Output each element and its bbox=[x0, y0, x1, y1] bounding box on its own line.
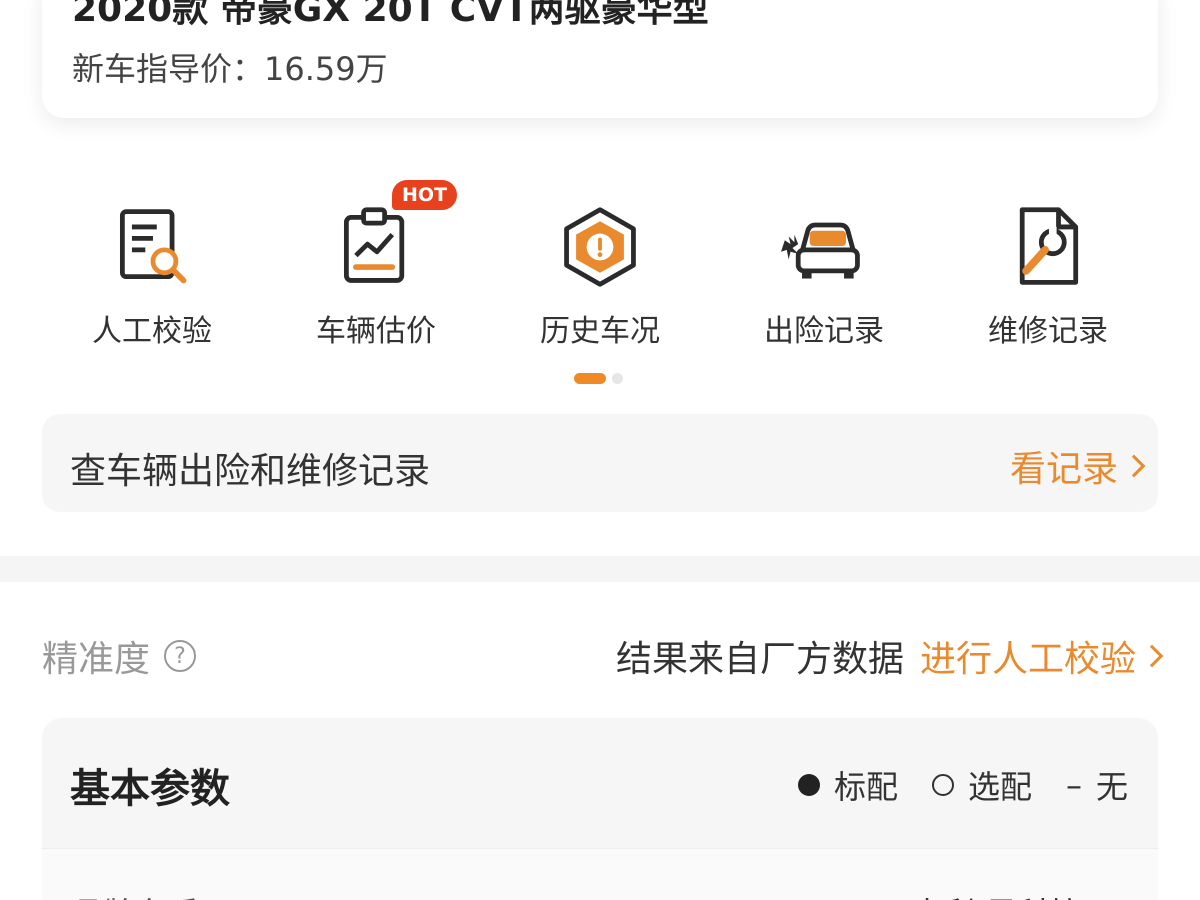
accuracy-label-text: 精准度 bbox=[42, 639, 151, 680]
car-crash-icon bbox=[781, 222, 860, 279]
service-label: 车辆估价 bbox=[316, 314, 436, 349]
view-records-label: 看记录 bbox=[1009, 449, 1118, 490]
service-valuation[interactable]: HOT 车辆估价 bbox=[264, 180, 488, 350]
dash-icon: – bbox=[1065, 766, 1082, 804]
record-check-bar[interactable]: 查车辆出险和维修记录 看记录 bbox=[42, 414, 1158, 512]
params-legend: 标配 选配 – 无 bbox=[764, 762, 1128, 808]
service-label: 出险记录 bbox=[764, 314, 884, 349]
params-title: 基本参数 bbox=[70, 766, 230, 812]
carousel-indicator bbox=[574, 373, 623, 384]
vehicle-detail-page: 2020款 帝豪GX 20T CVT两驱豪华型 新车指导价：16.59万 人工校… bbox=[0, 0, 1200, 900]
legend-none-label: 无 bbox=[1095, 768, 1128, 806]
legend-optional: 选配 bbox=[931, 762, 1032, 808]
service-insurance-records[interactable]: 出险记录 bbox=[712, 190, 936, 350]
clipboard-chart-icon bbox=[343, 207, 405, 283]
car-title: 2020款 帝豪GX 20T CVT两驱豪华型 bbox=[72, 0, 709, 30]
wrench-document-icon bbox=[1019, 207, 1079, 285]
legend-none: – 无 bbox=[1066, 762, 1128, 808]
section-divider bbox=[0, 556, 1200, 582]
service-icon-row: 人工校验 HOT 车辆估价 历史车况 出险记录 维修记录 bbox=[40, 180, 1160, 350]
car-info-card: 2020款 帝豪GX 20T CVT两驱豪华型 新车指导价：16.59万 bbox=[42, 0, 1158, 118]
accuracy-label: 精准度 ? bbox=[42, 630, 197, 682]
legend-standard: 标配 bbox=[797, 762, 898, 808]
service-history[interactable]: 历史车况 bbox=[488, 190, 712, 350]
param-row: 品牌车系 吉利 星科拉GX bbox=[42, 848, 1158, 900]
chevron-right-icon bbox=[1122, 454, 1146, 478]
accuracy-source: 结果来自厂方数据 bbox=[615, 639, 904, 680]
document-search-icon bbox=[119, 209, 187, 284]
filled-dot-icon bbox=[797, 774, 820, 796]
legend-standard-label: 标配 bbox=[833, 768, 898, 806]
record-check-text: 查车辆出险和维修记录 bbox=[70, 451, 431, 492]
service-label: 历史车况 bbox=[540, 314, 660, 349]
param-key: 品牌车系 bbox=[72, 889, 200, 900]
param-value: 吉利 星科拉GX bbox=[911, 889, 1128, 900]
carousel-dot bbox=[612, 373, 623, 384]
view-records-link[interactable]: 看记录 bbox=[1009, 440, 1146, 492]
manual-check-link-label: 进行人工校验 bbox=[919, 639, 1136, 680]
service-label: 维修记录 bbox=[988, 314, 1108, 349]
warning-hexagon-icon bbox=[564, 207, 636, 287]
manual-check-link[interactable]: 进行人工校验 bbox=[919, 630, 1164, 682]
hot-badge: HOT bbox=[392, 180, 458, 210]
accuracy-row: 精准度 ? 结果来自厂方数据 进行人工校验 bbox=[42, 620, 1164, 682]
basic-params-card: 基本参数 标配 选配 – 无 品牌车系 吉利 星科拉GX bbox=[42, 718, 1158, 900]
hollow-dot-icon bbox=[931, 774, 954, 796]
accuracy-source-group: 结果来自厂方数据 进行人工校验 bbox=[615, 630, 1164, 682]
service-repair-records[interactable]: 维修记录 bbox=[936, 190, 1160, 350]
legend-optional-label: 选配 bbox=[967, 768, 1032, 806]
car-price: 新车指导价：16.59万 bbox=[72, 50, 388, 88]
service-label: 人工校验 bbox=[92, 314, 212, 349]
help-icon[interactable]: ? bbox=[164, 640, 197, 672]
carousel-dot-active bbox=[574, 373, 606, 384]
service-manual-check[interactable]: 人工校验 bbox=[40, 190, 264, 350]
chevron-right-icon bbox=[1140, 644, 1164, 668]
